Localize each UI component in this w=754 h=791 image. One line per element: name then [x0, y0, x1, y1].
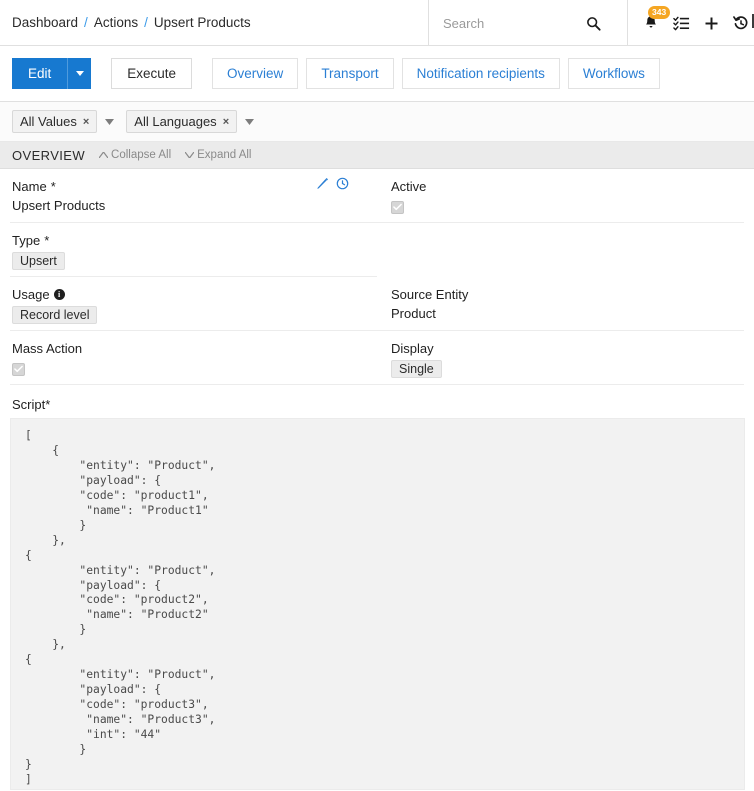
usage-pill: Record level	[12, 306, 98, 324]
overview-section-header: OVERVIEW Collapse All Expand All	[0, 142, 754, 169]
search-button[interactable]	[579, 9, 607, 37]
search-icon	[586, 16, 601, 31]
tab-notification-recipients[interactable]: Notification recipients	[401, 58, 560, 89]
notifications-button[interactable]: 343	[636, 6, 671, 39]
check-icon	[393, 203, 402, 211]
edit-dropdown-button[interactable]	[67, 58, 92, 89]
form-row-type: Type * Upsert	[10, 223, 744, 277]
type-pill: Upsert	[12, 252, 65, 270]
form-row-usage-source: Usage i Record level Source Entity Produ…	[10, 277, 744, 331]
field-type-label: Type *	[12, 233, 50, 248]
chevron-down-icon	[185, 152, 195, 158]
edit-pencil-icon[interactable]	[316, 177, 329, 195]
mass-action-checkbox	[12, 362, 25, 376]
search-container	[428, 0, 626, 46]
chevron-up-icon	[99, 152, 109, 158]
expand-all-label: Expand All	[197, 149, 252, 161]
field-display: Display Single	[377, 331, 744, 385]
add-button[interactable]	[696, 7, 726, 39]
action-toolbar: Edit Execute Overview Transport Notifica…	[0, 46, 754, 102]
collapse-all-label: Collapse All	[111, 149, 172, 161]
active-checkbox	[391, 200, 404, 214]
field-history-clock-icon[interactable]	[336, 177, 349, 195]
filter-bar: All Values × All Languages ×	[0, 102, 754, 142]
field-source-entity: Source Entity Product	[377, 277, 744, 331]
filter-chip-all-values[interactable]: All Values ×	[12, 110, 98, 133]
field-usage: Usage i Record level	[10, 277, 377, 331]
expand-all-button[interactable]: Expand All	[185, 149, 251, 161]
script-editor[interactable]: [ { "entity": "Product", "payload": { "c…	[10, 418, 745, 790]
breadcrumb: Dashboard / Actions / Upsert Products	[0, 15, 251, 30]
filter-values-dropdown[interactable]	[101, 118, 122, 125]
breadcrumb-item-current: Upsert Products	[153, 15, 251, 30]
breadcrumb-separator: /	[84, 15, 88, 30]
edit-button[interactable]: Edit	[12, 58, 68, 89]
field-script-label: Script*	[12, 397, 51, 412]
check-icon	[14, 365, 23, 373]
history-button[interactable]	[726, 7, 754, 39]
field-usage-label: Usage i	[12, 287, 377, 302]
field-type-spacer	[377, 223, 744, 277]
field-name-value: Upsert Products	[12, 198, 106, 213]
breadcrumb-separator: /	[144, 15, 148, 30]
field-mass-action-value	[12, 360, 377, 378]
field-name: Name * Upsert Products	[10, 169, 377, 223]
field-active-value	[391, 198, 744, 216]
required-marker: *	[44, 233, 50, 248]
info-icon[interactable]: i	[53, 289, 65, 300]
filter-chip-label: All Values	[20, 114, 77, 129]
field-name-icon-group	[316, 177, 349, 195]
filter-chip-remove-icon[interactable]: ×	[83, 116, 89, 128]
field-source-entity-value: Product	[391, 306, 436, 321]
display-pill: Single	[391, 360, 442, 378]
filter-chip-remove-icon[interactable]: ×	[223, 116, 229, 128]
filter-chip-label: All Languages	[134, 114, 217, 129]
task-list-icon	[672, 16, 689, 30]
execute-button[interactable]: Execute	[111, 58, 193, 89]
field-mass-action-label: Mass Action	[12, 341, 83, 356]
form-row-name-active: Name * Upsert Products Active	[10, 169, 744, 223]
section-title: OVERVIEW	[12, 147, 86, 163]
filter-chip-all-languages[interactable]: All Languages ×	[126, 110, 238, 133]
breadcrumb-item-dashboard[interactable]: Dashboard	[12, 15, 78, 30]
chevron-down-icon	[105, 118, 115, 125]
field-type-value: Upsert	[12, 252, 377, 270]
plus-icon	[705, 17, 717, 29]
chevron-down-icon	[75, 71, 84, 76]
field-active: Active	[377, 169, 744, 223]
header-icon-group: 343	[627, 0, 754, 46]
overview-form: Name * Upsert Products Active Type * Ups…	[0, 169, 754, 418]
tab-overview[interactable]: Overview	[212, 58, 299, 89]
search-input[interactable]	[429, 15, 579, 31]
field-active-label: Active	[391, 179, 427, 194]
required-marker: *	[45, 397, 51, 412]
breadcrumb-item-actions[interactable]: Actions	[94, 15, 138, 30]
form-row-massaction-display: Mass Action Display Single	[10, 331, 744, 385]
field-usage-value: Record level	[12, 306, 377, 324]
edit-button-group: Edit	[12, 58, 92, 89]
required-marker: *	[50, 179, 56, 194]
script-content: [ { "entity": "Product", "payload": { "c…	[25, 429, 216, 786]
tab-workflows[interactable]: Workflows	[567, 58, 660, 89]
field-type: Type * Upsert	[10, 223, 377, 277]
field-display-label: Display	[391, 341, 434, 356]
collapse-all-button[interactable]: Collapse All	[99, 149, 171, 161]
history-icon	[733, 16, 748, 30]
field-display-value: Single	[391, 360, 744, 378]
top-header: Dashboard / Actions / Upsert Products 34…	[0, 0, 754, 46]
filter-languages-dropdown[interactable]	[241, 118, 262, 125]
chevron-down-icon	[245, 118, 255, 125]
tab-transport[interactable]: Transport	[306, 58, 394, 89]
tasks-button[interactable]	[666, 7, 696, 39]
field-mass-action: Mass Action	[10, 331, 377, 385]
field-source-entity-label: Source Entity	[391, 287, 469, 302]
